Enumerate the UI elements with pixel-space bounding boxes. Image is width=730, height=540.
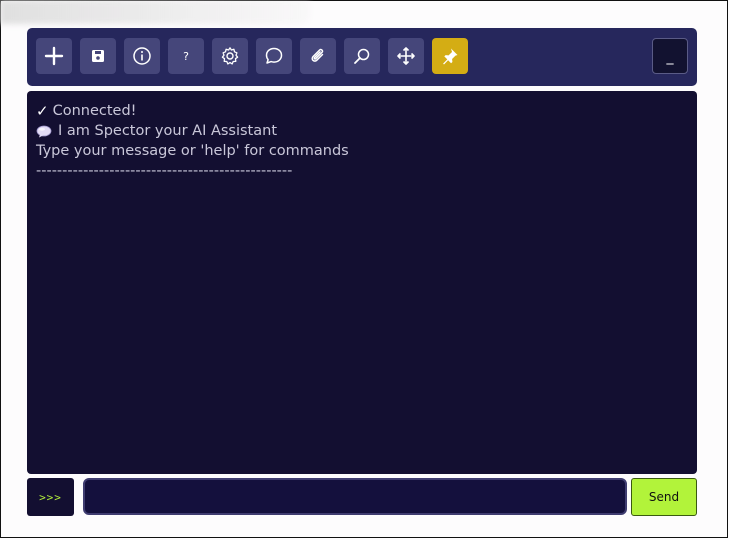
settings-icon bbox=[220, 46, 240, 66]
speech-bubble-icon bbox=[36, 125, 52, 138]
add-button[interactable] bbox=[36, 38, 72, 74]
minimize-label: _ bbox=[666, 49, 674, 65]
send-button[interactable]: Send bbox=[631, 478, 697, 516]
connected-line: ✓ Connected! bbox=[36, 101, 688, 121]
minimize-button[interactable]: _ bbox=[652, 38, 688, 74]
save-icon bbox=[91, 49, 105, 63]
move-button[interactable] bbox=[388, 38, 424, 74]
window-shadow bbox=[0, 0, 310, 24]
intro-text: I am Spector your AI Assistant bbox=[58, 123, 278, 139]
prompt-button[interactable]: >>> bbox=[27, 478, 74, 516]
settings-button[interactable] bbox=[212, 38, 248, 74]
chat-button[interactable] bbox=[256, 38, 292, 74]
help-button[interactable]: ? bbox=[168, 38, 204, 74]
info-icon bbox=[132, 46, 152, 66]
prompt-label: >>> bbox=[39, 490, 62, 504]
divider-line: ----------------------------------------… bbox=[36, 163, 293, 179]
search-icon bbox=[352, 46, 372, 66]
pin-icon bbox=[440, 46, 460, 66]
input-bar: >>> Send bbox=[27, 478, 697, 516]
attachment-icon bbox=[308, 46, 328, 66]
pin-button[interactable] bbox=[432, 38, 468, 74]
save-button[interactable] bbox=[80, 38, 116, 74]
move-icon bbox=[396, 46, 416, 66]
chat-console: ✓ Connected! I am Spector your AI Assist… bbox=[27, 91, 697, 474]
search-button[interactable] bbox=[344, 38, 380, 74]
intro-line: I am Spector your AI Assistant bbox=[36, 121, 688, 141]
message-input[interactable] bbox=[83, 478, 627, 515]
info-button[interactable] bbox=[124, 38, 160, 74]
chat-icon bbox=[264, 46, 284, 66]
hint-line: Type your message or 'help' for commands bbox=[36, 143, 349, 159]
help-icon: ? bbox=[183, 49, 189, 63]
check-icon: ✓ bbox=[36, 102, 49, 120]
connected-text: Connected! bbox=[52, 103, 137, 119]
send-label: Send bbox=[648, 490, 680, 504]
toolbar: ? _ bbox=[27, 28, 697, 86]
add-icon bbox=[44, 46, 64, 66]
attachment-button[interactable] bbox=[300, 38, 336, 74]
